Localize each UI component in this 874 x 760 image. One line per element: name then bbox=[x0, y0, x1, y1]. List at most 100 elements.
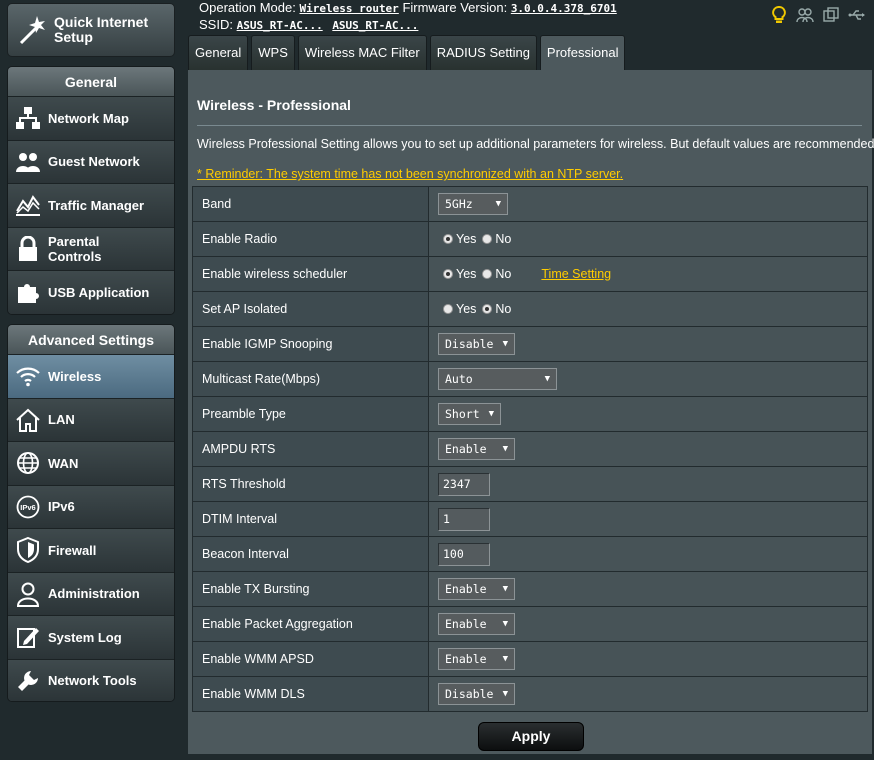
tab-wireless-mac-filter[interactable]: Wireless MAC Filter bbox=[297, 35, 427, 71]
sidebar-item-network-map[interactable]: Network Map bbox=[8, 97, 174, 141]
wmm-apsd-select[interactable]: Enable ▼ bbox=[438, 648, 515, 670]
general-menu: General Network Map Guest Network Traffi… bbox=[7, 66, 175, 315]
sidebar-item-label: Parental Controls bbox=[48, 233, 102, 264]
multicast-rate-label: Multicast Rate(Mbps) bbox=[192, 361, 429, 397]
advanced-menu: Advanced Settings Wireless LAN WAN IPv6 … bbox=[7, 324, 175, 702]
radio-unselected-icon bbox=[482, 233, 493, 244]
enable-radio-no[interactable]: No bbox=[482, 232, 511, 246]
band-label: Band bbox=[192, 186, 429, 222]
sidebar-item-lan[interactable]: LAN bbox=[8, 398, 174, 442]
settings-table: Band 5GHz ▼ Enable Radio Yes No Enable wi… bbox=[192, 186, 868, 712]
rts-threshold-label: RTS Threshold bbox=[192, 466, 429, 502]
ap-isolated-radio-group: Yes No bbox=[443, 302, 517, 316]
table-row: Beacon Interval 100 bbox=[192, 536, 868, 572]
quick-internet-setup-button[interactable]: Quick Internet Setup bbox=[7, 3, 175, 57]
tab-radius-setting[interactable]: RADIUS Setting bbox=[429, 35, 537, 71]
ampdu-rts-label: AMPDU RTS bbox=[192, 431, 429, 467]
apply-button[interactable]: Apply bbox=[478, 722, 584, 751]
band-select[interactable]: 5GHz ▼ bbox=[438, 193, 508, 215]
dropdown-arrow-icon: ▼ bbox=[488, 409, 494, 419]
sidebar-item-firewall[interactable]: Firewall bbox=[8, 529, 174, 573]
ipv6-icon: IPv6 bbox=[8, 491, 48, 523]
sidebar-item-label: IPv6 bbox=[48, 499, 75, 515]
radio-unselected-icon bbox=[482, 268, 493, 279]
dropdown-arrow-icon: ▼ bbox=[502, 584, 508, 594]
wifi-icon bbox=[8, 360, 48, 392]
sidebar-item-label: Wireless bbox=[48, 368, 102, 384]
ampdu-rts-select[interactable]: Enable ▼ bbox=[438, 438, 515, 460]
sidebar-item-traffic-manager[interactable]: Traffic Manager bbox=[8, 184, 174, 228]
firmware-version-link[interactable]: 3.0.0.4.378_6701 bbox=[511, 2, 617, 15]
preamble-type-label: Preamble Type bbox=[192, 396, 429, 432]
radio-selected-icon bbox=[482, 303, 493, 314]
main-content: Wireless - Professional Wireless Profess… bbox=[188, 70, 874, 754]
sidebar-item-label: Traffic Manager bbox=[48, 197, 145, 213]
rts-threshold-input[interactable]: 2347 bbox=[438, 472, 490, 496]
sidebar-item-wan[interactable]: WAN bbox=[8, 442, 174, 486]
ap-isolated-yes[interactable]: Yes bbox=[443, 302, 476, 316]
beacon-interval-input[interactable]: 100 bbox=[438, 542, 490, 566]
preamble-type-select[interactable]: Short ▼ bbox=[438, 403, 501, 425]
sidebar-item-guest-network[interactable]: Guest Network bbox=[8, 140, 174, 184]
ssid-label: SSID: bbox=[199, 17, 233, 32]
scheduler-no[interactable]: No bbox=[482, 267, 511, 281]
dropdown-arrow-icon: ▼ bbox=[502, 444, 508, 454]
general-header: General bbox=[8, 67, 174, 97]
table-row: Enable wireless scheduler Yes No Time Se… bbox=[192, 256, 868, 292]
sidebar-item-system-log[interactable]: System Log bbox=[8, 616, 174, 660]
notification-bulb-icon[interactable] bbox=[770, 6, 788, 24]
sidebar-item-usb-application[interactable]: USB Application bbox=[8, 271, 174, 314]
dropdown-arrow-icon: ▼ bbox=[544, 374, 550, 384]
tab-general[interactable]: General bbox=[188, 35, 249, 71]
sidebar-item-administration[interactable]: Administration bbox=[8, 572, 174, 616]
sidebar-item-label: Network Map bbox=[48, 110, 129, 126]
clients-icon[interactable] bbox=[796, 6, 814, 24]
wmm-dls-select[interactable]: Disable ▼ bbox=[438, 683, 515, 705]
operation-mode-link[interactable]: Wireless router bbox=[299, 2, 398, 15]
sidebar-item-ipv6[interactable]: IPv6 IPv6 bbox=[8, 485, 174, 529]
scheduler-radio-group: Yes No Time Setting bbox=[443, 267, 611, 281]
igmp-snooping-select[interactable]: Disable ▼ bbox=[438, 333, 515, 355]
dtim-interval-label: DTIM Interval bbox=[192, 501, 429, 537]
ssid-info: SSID: ASUS_RT-AC... ASUS_RT-AC... bbox=[199, 17, 418, 32]
packet-aggregation-select[interactable]: Enable ▼ bbox=[438, 613, 515, 635]
status-icons bbox=[770, 6, 866, 24]
sidebar-item-label: Guest Network bbox=[48, 154, 140, 170]
radio-unselected-icon bbox=[443, 303, 453, 314]
ssid-2-link[interactable]: ASUS_RT-AC... bbox=[332, 19, 418, 32]
operation-info: Operation Mode: Wireless router Firmware… bbox=[199, 0, 617, 15]
sidebar-item-label: LAN bbox=[48, 412, 75, 428]
tab-professional[interactable]: Professional bbox=[539, 35, 626, 71]
multicast-rate-select[interactable]: Auto ▼ bbox=[438, 368, 557, 390]
table-row: Multicast Rate(Mbps) Auto ▼ bbox=[192, 361, 868, 397]
ap-isolated-label: Set AP Isolated bbox=[192, 291, 429, 327]
sidebar-item-network-tools[interactable]: Network Tools bbox=[8, 659, 174, 701]
ssid-1-link[interactable]: ASUS_RT-AC... bbox=[237, 19, 323, 32]
enable-radio-label: Enable Radio bbox=[192, 221, 429, 257]
scheduler-yes[interactable]: Yes bbox=[443, 267, 476, 281]
table-row: Enable TX Bursting Enable ▼ bbox=[192, 571, 868, 607]
tx-bursting-select[interactable]: Enable ▼ bbox=[438, 578, 515, 600]
enable-radio-yes[interactable]: Yes bbox=[443, 232, 476, 246]
ntp-reminder-link[interactable]: * Reminder: The system time has not been… bbox=[197, 167, 623, 181]
time-setting-link[interactable]: Time Setting bbox=[541, 267, 611, 281]
app-window-icon[interactable] bbox=[822, 6, 840, 24]
title-divider bbox=[197, 125, 862, 126]
usb-icon[interactable] bbox=[848, 6, 866, 24]
wrench-icon bbox=[8, 665, 48, 697]
tab-wps[interactable]: WPS bbox=[251, 35, 295, 71]
table-row: Set AP Isolated Yes No bbox=[192, 291, 868, 327]
tx-bursting-label: Enable TX Bursting bbox=[192, 571, 429, 607]
svg-text:IPv6: IPv6 bbox=[20, 503, 35, 512]
sidebar-item-wireless[interactable]: Wireless bbox=[8, 355, 174, 399]
magic-wand-icon bbox=[12, 10, 52, 50]
ap-isolated-no[interactable]: No bbox=[482, 302, 511, 316]
advanced-settings-header: Advanced Settings bbox=[8, 325, 174, 355]
dtim-interval-input[interactable]: 1 bbox=[438, 507, 490, 531]
sidebar-item-label: Network Tools bbox=[48, 673, 137, 689]
beacon-interval-label: Beacon Interval bbox=[192, 536, 429, 572]
status-bar: Operation Mode: Wireless router Firmware… bbox=[199, 0, 874, 34]
guest-users-icon bbox=[8, 146, 48, 178]
home-icon bbox=[8, 404, 48, 436]
sidebar-item-parental-controls[interactable]: Parental Controls bbox=[8, 227, 174, 271]
